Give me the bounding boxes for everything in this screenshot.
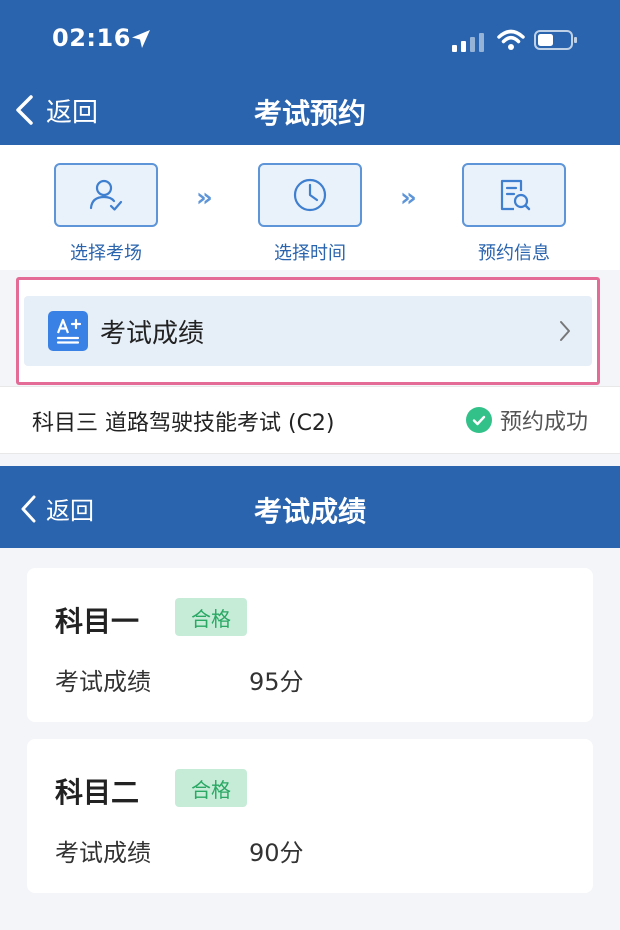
location-arrow-icon	[132, 30, 150, 48]
score-value: 95分	[249, 668, 304, 696]
chevron-left-icon	[21, 495, 36, 522]
subject-name: 科目一	[55, 605, 140, 638]
exam-scores-entry[interactable]: 考试成绩	[24, 296, 592, 366]
step-separator-icon: »	[400, 183, 417, 213]
step-label: 预约信息	[478, 243, 550, 264]
step-select-venue[interactable]: 选择考场	[54, 163, 158, 265]
subject-name: 科目二	[55, 776, 140, 809]
cellular-signal-icon	[452, 33, 484, 52]
status-text: 预约成功	[499, 410, 588, 435]
status-time: 02:16	[52, 24, 131, 52]
a-plus-icon	[48, 311, 88, 351]
score-card: 科目一 合格 考试成绩 95分	[27, 568, 593, 722]
exam-row[interactable]: 科目三 道路驾驶技能考试 (C2) 预约成功	[0, 386, 620, 454]
pass-badge: 合格	[175, 598, 247, 636]
section-divider	[0, 454, 620, 466]
app-header: 02:16 返回 考试预约	[0, 0, 620, 145]
clock-icon	[293, 178, 327, 212]
pass-badge: 合格	[175, 769, 247, 807]
back-button[interactable]: 返回	[18, 491, 94, 526]
exam-name: 科目三 道路驾驶技能考试 (C2)	[32, 411, 335, 436]
battery-icon	[534, 30, 577, 50]
step-reservation-info[interactable]: 预约信息	[462, 163, 566, 265]
score-value: 90分	[249, 839, 304, 867]
scores-header: 返回 考试成绩	[0, 466, 620, 548]
document-search-icon	[500, 179, 531, 211]
person-check-icon	[89, 179, 123, 211]
score-card: 科目二 合格 考试成绩 90分	[27, 739, 593, 893]
step-select-time[interactable]: 选择时间	[258, 163, 362, 265]
back-label: 返回	[46, 97, 99, 128]
step-indicator: 选择考场 » 选择时间 » 预约信息	[0, 145, 620, 270]
step-label: 选择时间	[274, 243, 346, 264]
score-label: 考试成绩	[55, 839, 151, 867]
step-label: 选择考场	[70, 243, 142, 264]
exam-scores-label: 考试成绩	[100, 318, 205, 349]
back-label: 返回	[46, 497, 94, 525]
check-circle-icon	[465, 407, 492, 433]
score-label: 考试成绩	[55, 668, 151, 696]
chevron-right-icon	[560, 321, 570, 341]
step-separator-icon: »	[196, 183, 213, 213]
reservation-status: 预约成功	[465, 404, 588, 436]
chevron-left-icon	[16, 95, 33, 125]
back-button[interactable]: 返回	[12, 90, 98, 130]
wifi-icon	[497, 29, 525, 50]
